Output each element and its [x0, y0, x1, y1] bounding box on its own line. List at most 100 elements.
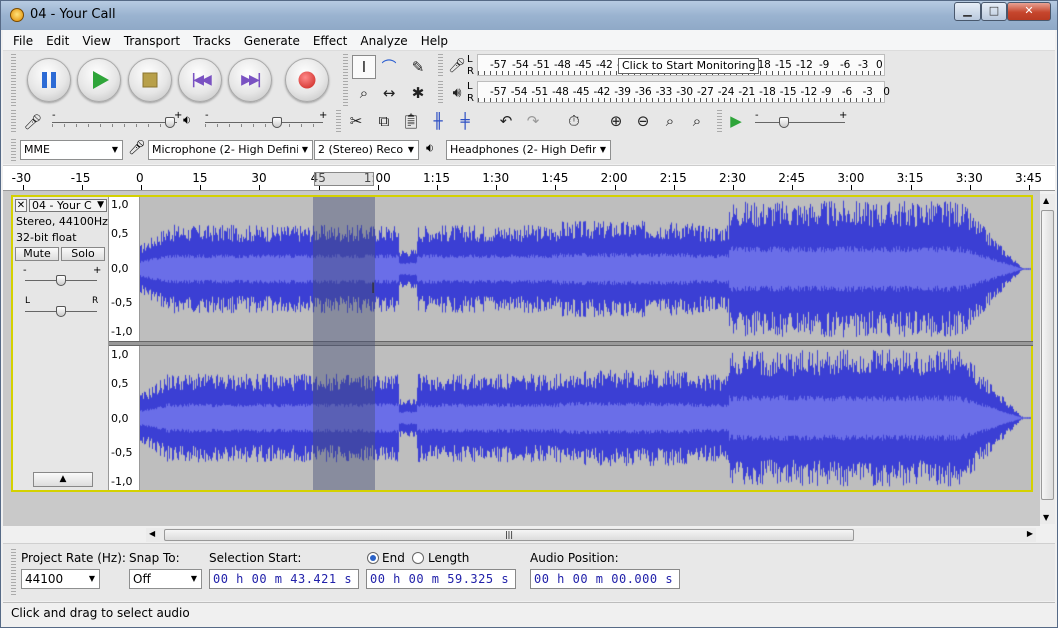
mixer-grip[interactable]	[11, 110, 16, 134]
meter-grip[interactable]	[438, 54, 443, 78]
menu-effect[interactable]: Effect	[303, 30, 351, 50]
ruler-tick-mark	[792, 185, 794, 190]
input-volume-ticks	[52, 124, 177, 127]
copy-button[interactable]: ⧉	[372, 109, 396, 133]
collapse-track-button[interactable]: ▲	[33, 472, 93, 487]
playspeed-grip[interactable]	[717, 110, 722, 134]
output-volume-slider[interactable]	[272, 117, 282, 128]
fit-selection-button[interactable]: ⌕	[658, 109, 682, 133]
input-volume-slider[interactable]	[165, 117, 175, 128]
play-at-speed-button[interactable]: ▶	[724, 109, 748, 133]
meter-tick-label: -54	[512, 59, 529, 71]
paste-button[interactable]: 📋︎	[399, 109, 423, 133]
meter-tick-label: -48	[554, 59, 571, 71]
maximize-button[interactable]: □	[981, 2, 1007, 21]
menu-transport[interactable]: Transport	[114, 30, 183, 50]
redo-button[interactable]: ↷	[521, 109, 545, 133]
skip-to-start-button[interactable]: |◀◀	[178, 58, 222, 102]
selection-start-field[interactable]: 00 h 00 m 43.421 s	[209, 569, 359, 589]
input-slider-max: +	[174, 110, 183, 121]
left-channel-waveform[interactable]	[140, 197, 1031, 341]
scroll-up-icon[interactable]: ▲	[1043, 196, 1049, 205]
fit-project-button[interactable]: ⌕	[685, 109, 709, 133]
zoom-out-button[interactable]: ⊖	[631, 109, 655, 133]
speed-slider[interactable]	[779, 117, 789, 128]
selection-region[interactable]	[313, 197, 375, 490]
meter-tick-label: -48	[552, 86, 569, 98]
selection-tool[interactable]: I	[352, 55, 376, 79]
sync-lock-button[interactable]: ⏱︎	[562, 109, 586, 133]
tools-grip[interactable]	[343, 54, 348, 106]
cut-button[interactable]: ✂	[344, 109, 368, 133]
toolbar-grip[interactable]	[11, 54, 16, 106]
ruler-tick-label: -15	[70, 171, 91, 185]
skip-to-end-button[interactable]: ▶▶|	[228, 58, 272, 102]
ruler-tick-mark	[200, 185, 202, 190]
play-button[interactable]	[77, 58, 121, 102]
playback-meter-button[interactable]: 🔊︎	[445, 81, 469, 105]
ibeam-icon: I	[361, 58, 367, 76]
record-button[interactable]	[285, 58, 329, 102]
pan-slider[interactable]	[56, 306, 66, 317]
playback-device-select[interactable]: Headphones (2- High Definitic ▼	[446, 140, 611, 160]
scroll-down-icon[interactable]: ▼	[1043, 513, 1049, 522]
scissors-icon: ✂	[349, 112, 363, 130]
track-close-button[interactable]: ✕	[15, 199, 27, 212]
zoom-tool[interactable]: ⌕	[352, 81, 376, 105]
gain-slider[interactable]	[56, 275, 66, 286]
scroll-thumb[interactable]	[1041, 210, 1054, 500]
right-channel-waveform[interactable]	[140, 346, 1031, 490]
edit-grip[interactable]	[336, 110, 341, 134]
zoom-in-button[interactable]: ⊕	[604, 109, 628, 133]
device-grip[interactable]	[11, 139, 16, 161]
playback-level-meter[interactable]: -57 -54 -51 -48 -45 -42 -39 -36 -33 -30 -27 -24 -21-…	[477, 81, 890, 103]
meter-grip[interactable]	[438, 81, 443, 105]
meter-tick-label: -6	[840, 59, 851, 71]
project-rate-select[interactable]: 44100 ▼	[21, 569, 100, 589]
record-meter-button[interactable]: 🎤︎	[445, 54, 469, 78]
selbar-grip[interactable]	[11, 549, 16, 595]
vertical-scrollbar[interactable]: ▲ ▼	[1040, 194, 1055, 524]
track-menu-button[interactable]: 04 - Your C ▼	[29, 199, 107, 212]
snap-to-select[interactable]: Off ▼	[129, 569, 202, 589]
silence-button[interactable]: ╪	[453, 109, 477, 133]
undo-icon: ↶	[499, 112, 513, 130]
timeshift-tool[interactable]: ↔	[377, 81, 401, 105]
envelope-tool[interactable]: ⌒	[377, 55, 401, 79]
gain-min-label: -	[23, 265, 27, 276]
minimize-button[interactable]: ▁	[954, 2, 981, 21]
menu-edit[interactable]: Edit	[36, 30, 72, 50]
timeline-ruler[interactable]: -30 -15 0 15 30 45 1:00 1:15 1:30 1:45 2:00 2:15 2:3…	[3, 165, 1055, 191]
close-button[interactable]: ✕	[1007, 2, 1051, 21]
recording-channels-select[interactable]: 2 (Stereo) Recor ▼	[314, 140, 419, 160]
solo-button[interactable]: Solo	[61, 247, 105, 261]
trim-icon: ╫	[433, 112, 443, 130]
length-radio[interactable]	[412, 552, 424, 564]
menu-view[interactable]: View	[72, 30, 113, 50]
pencil-icon: ✎	[411, 58, 425, 76]
menu-analyze[interactable]: Analyze	[350, 30, 410, 50]
scroll-right-icon[interactable]: ▶	[1027, 529, 1033, 538]
multi-tool[interactable]: ✱	[406, 81, 430, 105]
audio-host-select[interactable]: MME ▼	[20, 140, 123, 160]
trim-button[interactable]: ╫	[426, 109, 450, 133]
end-radio[interactable]	[367, 552, 379, 564]
pause-button[interactable]	[27, 58, 71, 102]
stop-button[interactable]	[128, 58, 172, 102]
play-meter-left-label: L	[467, 81, 473, 92]
scroll-left-icon[interactable]: ◀	[149, 529, 155, 538]
meter-tick-label: -42	[593, 86, 611, 98]
draw-tool[interactable]: ✎	[406, 55, 430, 79]
menu-file[interactable]: File	[3, 30, 36, 50]
audio-position-field[interactable]: 00 h 00 m 00.000 s	[530, 569, 680, 589]
horizontal-scrollbar[interactable]: ◀ ||| ▶	[146, 528, 1036, 542]
selection-end-field[interactable]: 00 h 00 m 59.325 s	[366, 569, 516, 589]
menu-generate[interactable]: Generate	[234, 30, 303, 50]
menu-tracks[interactable]: Tracks	[183, 30, 234, 50]
undo-button[interactable]: ↶	[494, 109, 518, 133]
menu-help[interactable]: Help	[411, 30, 451, 50]
mute-button[interactable]: Mute	[15, 247, 59, 261]
pan-right-label: R	[92, 296, 99, 306]
scroll-thumb[interactable]: |||	[164, 529, 854, 541]
recording-device-select[interactable]: Microphone (2- High Definitior ▼	[148, 140, 313, 160]
